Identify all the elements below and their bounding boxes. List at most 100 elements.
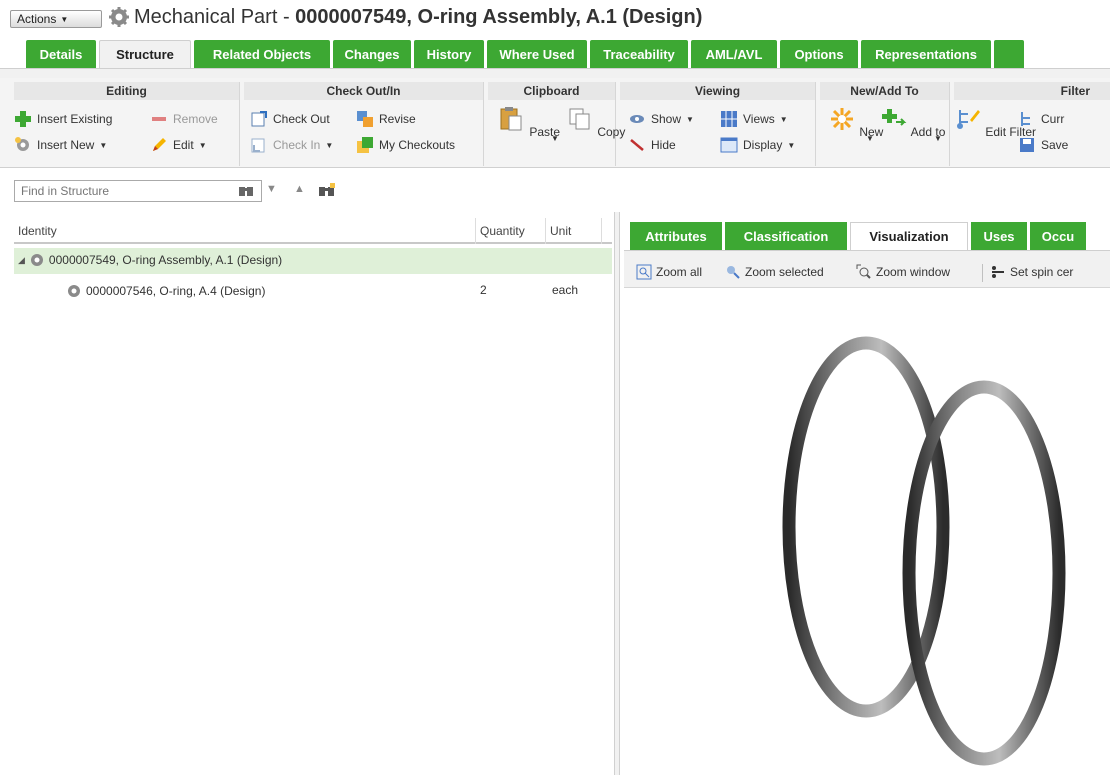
tab-strip-divider: [0, 68, 1110, 78]
insert-existing-label: Insert Existing: [37, 112, 113, 126]
zoom-selected-button[interactable]: Zoom selected: [725, 264, 824, 280]
page-title: Mechanical Part - 0000007549, O-ring Ass…: [134, 6, 702, 29]
zoom-selected-label: Zoom selected: [745, 265, 824, 279]
page-title-object: 0000007549, O-ring Assembly, A.1 (Design…: [295, 6, 703, 28]
tab-uses[interactable]: Uses: [971, 222, 1027, 250]
table-row[interactable]: ◢ 0000007549, O-ring Assembly, A.1 (Desi…: [18, 252, 282, 268]
row-identity: 0000007549, O-ring Assembly, A.1 (Design…: [48, 253, 283, 267]
tab-details[interactable]: Details: [26, 40, 96, 68]
my-checkouts-label: My Checkouts: [379, 138, 456, 152]
current-filter-button[interactable]: Curr: [1018, 110, 1064, 128]
chevron-down-icon: ▼: [325, 140, 334, 150]
tab-changes[interactable]: Changes: [333, 40, 411, 68]
tab-where-used[interactable]: Where Used: [487, 40, 587, 68]
revise-button[interactable]: Revise: [356, 110, 416, 128]
tab-occurrences[interactable]: Occu: [1030, 222, 1086, 250]
add-to-button[interactable]: Add to: [880, 106, 945, 139]
detail-tab-divider: [624, 250, 1110, 258]
display-icon: [720, 137, 738, 153]
column-unit[interactable]: Unit: [546, 218, 602, 244]
zoom-selected-icon: [727, 266, 740, 279]
chevron-down-icon: ▼: [60, 14, 69, 24]
chevron-down-icon: ▼: [99, 140, 108, 150]
column-identity[interactable]: Identity: [14, 218, 476, 244]
find-all-binoculars-icon[interactable]: [318, 182, 336, 200]
new-button[interactable]: New: [828, 106, 883, 139]
my-checkouts-icon: [357, 137, 373, 153]
views-button[interactable]: Views ▼: [720, 110, 788, 128]
spin-center-icon: [992, 266, 1004, 278]
tab-attributes[interactable]: Attributes: [630, 222, 722, 250]
my-checkouts-button[interactable]: My Checkouts: [356, 136, 455, 154]
part-gear-icon: [68, 285, 80, 297]
viewing-group: Viewing Show ▼ Views ▼ Hide Display ▼: [620, 82, 816, 166]
editing-group: Editing Insert Existing Remove Insert Ne…: [14, 82, 240, 166]
expand-triangle-icon[interactable]: ◢: [18, 255, 25, 266]
tab-options[interactable]: Options: [780, 40, 858, 68]
zoom-window-icon: [856, 264, 871, 279]
o-ring-front: [902, 380, 1066, 766]
filter-group: Filter Edit Filter Curr Save: [954, 82, 1110, 166]
edit-filter-button[interactable]: Edit Filter: [954, 106, 1036, 139]
edit-button[interactable]: Edit ▼: [150, 136, 207, 154]
show-label: Show: [651, 112, 682, 126]
actions-menu-button[interactable]: Actions ▼: [10, 10, 102, 28]
check-in-button[interactable]: Check In ▼: [250, 136, 333, 154]
table-row[interactable]: 0000007546, O-ring, A.4 (Design): [66, 283, 265, 299]
views-label: Views: [743, 112, 775, 126]
zoom-window-button[interactable]: Zoom window: [856, 264, 950, 280]
paste-button[interactable]: Paste: [498, 106, 560, 139]
tab-structure[interactable]: Structure: [99, 40, 191, 68]
plus-icon: [15, 111, 31, 127]
clipboard-group: Clipboard Paste ▼ Copy: [488, 82, 625, 166]
new-add-group-title: New/Add To: [820, 82, 949, 100]
checkout-group-title: Check Out/In: [244, 82, 483, 100]
save-filter-button[interactable]: Save: [1018, 136, 1068, 154]
actions-label: Actions: [17, 12, 57, 26]
find-previous-up-icon[interactable]: ▲: [294, 183, 305, 195]
column-more[interactable]: [602, 218, 612, 244]
tab-visualization[interactable]: Visualization: [850, 222, 968, 250]
eye-icon: [630, 115, 644, 123]
tab-related-objects[interactable]: Related Objects: [194, 40, 330, 68]
show-button[interactable]: Show ▼: [628, 110, 694, 128]
row-identity: 0000007546, O-ring, A.4 (Design): [86, 284, 266, 298]
tab-traceability[interactable]: Traceability: [590, 40, 688, 68]
tab-history[interactable]: History: [414, 40, 484, 68]
check-in-icon: [251, 138, 265, 153]
paste-clipboard-icon: [500, 107, 522, 131]
tab-classification[interactable]: Classification: [725, 222, 847, 250]
hide-icon: [630, 139, 644, 151]
set-spin-center-button[interactable]: Set spin cer: [990, 264, 1073, 280]
checkout-group: Check Out/In Check Out Revise Check In ▼…: [244, 82, 484, 166]
minus-icon: [152, 117, 166, 121]
insert-existing-button[interactable]: Insert Existing: [14, 110, 112, 128]
chevron-down-icon: ▼: [934, 134, 942, 143]
zoom-all-button[interactable]: Zoom all: [636, 264, 702, 280]
panel-splitter[interactable]: [614, 212, 620, 775]
viewing-group-title: Viewing: [620, 82, 815, 100]
structure-table-header: Identity Quantity Unit: [14, 218, 612, 244]
copy-button[interactable]: Copy: [566, 106, 625, 139]
revise-label: Revise: [379, 112, 416, 126]
find-in-structure-input[interactable]: [14, 180, 262, 202]
zoom-all-label: Zoom all: [656, 265, 703, 279]
3d-viewport[interactable]: [624, 289, 1110, 775]
hide-button[interactable]: Hide: [628, 136, 676, 154]
tab-aml-avl[interactable]: AML/AVL: [691, 40, 777, 68]
display-button[interactable]: Display ▼: [720, 136, 795, 154]
find-next-down-icon[interactable]: ▼: [266, 183, 277, 195]
binoculars-icon[interactable]: [238, 183, 254, 199]
current-filter-label: Curr: [1041, 112, 1065, 126]
column-quantity[interactable]: Quantity: [476, 218, 546, 244]
tab-overflow[interactable]: [994, 40, 1024, 68]
edit-filter-icon: [957, 110, 980, 129]
chevron-down-icon: ▼: [866, 134, 874, 143]
clipboard-group-title: Clipboard: [488, 82, 615, 100]
check-out-icon: [251, 111, 267, 127]
tab-representations[interactable]: Representations: [861, 40, 991, 68]
check-out-button[interactable]: Check Out: [250, 110, 330, 128]
insert-new-button[interactable]: Insert New ▼: [14, 136, 107, 154]
copy-icon: [569, 108, 590, 130]
remove-button[interactable]: Remove: [150, 110, 218, 128]
